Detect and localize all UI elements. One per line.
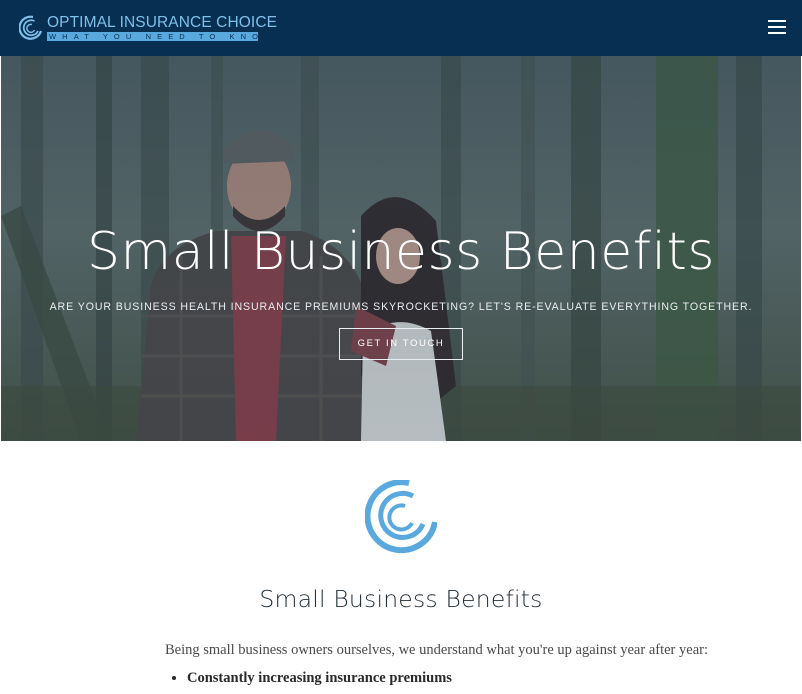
brand-text: OPTIMAL INSURANCE CHOICE WHAT YOU NEED T… [47,15,277,41]
brand-title: OPTIMAL INSURANCE CHOICE [47,14,278,31]
brand-tagline: WHAT YOU NEED TO KNOW [47,32,258,41]
get-in-touch-button[interactable]: GET IN TOUCH [339,328,463,360]
hamburger-menu-icon[interactable] [768,20,786,34]
swirl-logo-icon [365,480,437,554]
hero-title: Small Business Benefits [87,222,715,282]
hero-subtitle: ARE YOUR BUSINESS HEALTH INSURANCE PREMI… [49,301,753,313]
section-title: Small Business Benefits [259,585,543,613]
benefits-list: Constantly increasing insurance premiums [165,670,452,687]
swirl-logo-icon [19,15,43,40]
brand-logo[interactable]: OPTIMAL INSURANCE CHOICE WHAT YOU NEED T… [19,14,277,42]
list-item: Constantly increasing insurance premiums [187,670,452,687]
hero-banner: Small Business Benefits ARE YOUR BUSINES… [1,56,801,441]
site-header: OPTIMAL INSURANCE CHOICE WHAT YOU NEED T… [0,0,802,56]
section-intro: Being small business owners ourselves, w… [165,642,708,658]
